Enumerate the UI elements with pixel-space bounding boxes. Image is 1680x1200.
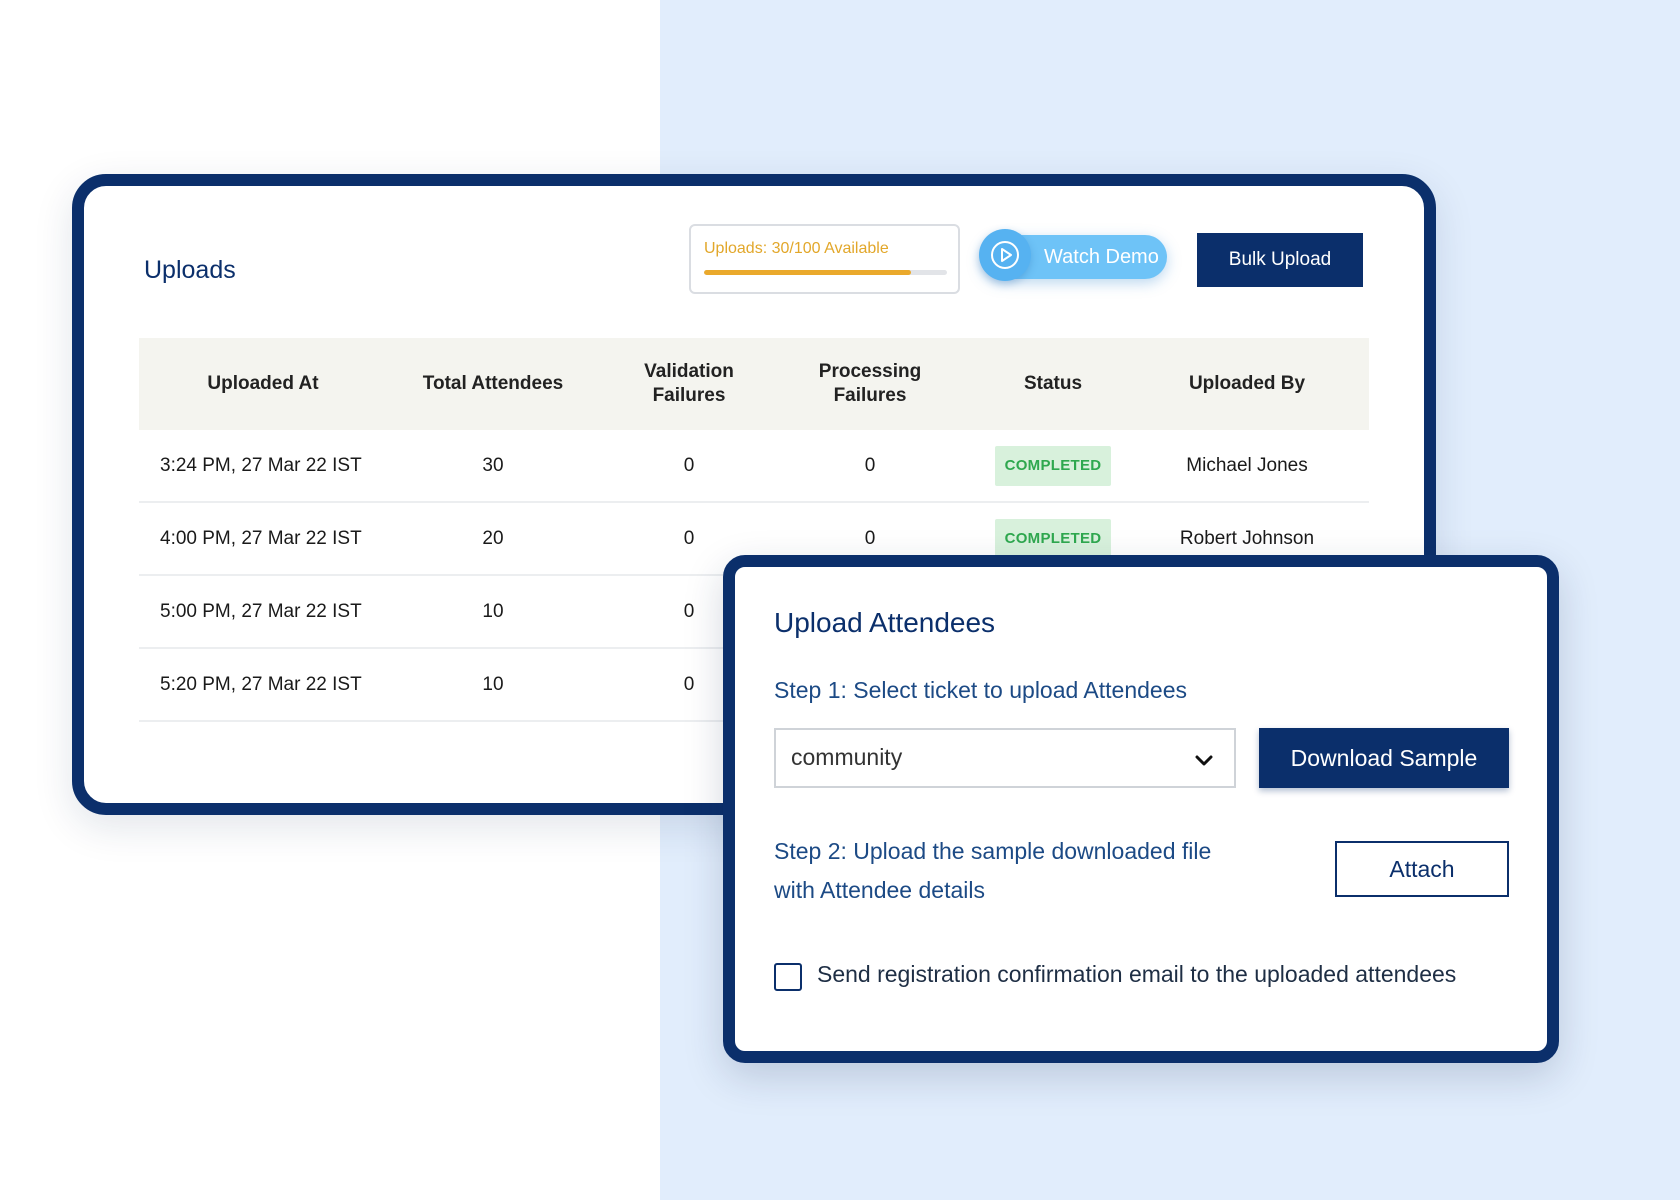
bulk-upload-button[interactable]: Bulk Upload: [1197, 233, 1363, 287]
table-row: 3:24 PM, 27 Mar 22 IST 30 0 0 COMPLETED …: [139, 430, 1369, 503]
cell-uploaded-at: 5:00 PM, 27 Mar 22 IST: [160, 600, 362, 622]
column-header-total-attendees: Total Attendees: [422, 373, 564, 394]
status-badge: COMPLETED: [994, 445, 1112, 486]
send-email-checkbox-label: Send registration confirmation email to …: [817, 961, 1457, 987]
watch-demo-button[interactable]: Watch Demo: [979, 229, 1167, 281]
cell-total-attendees: 10: [482, 673, 504, 695]
cell-total-attendees: 30: [482, 454, 504, 476]
send-email-checkbox[interactable]: [774, 963, 802, 991]
attach-button[interactable]: Attach: [1335, 841, 1509, 897]
uploads-quota: Uploads: 30/100 Available: [689, 224, 960, 294]
uploads-quota-text: Uploads: 30/100 Available: [704, 240, 889, 257]
cell-uploaded-at: 5:20 PM, 27 Mar 22 IST: [160, 673, 362, 695]
cell-processing-failures: 0: [864, 454, 876, 476]
status-badge: COMPLETED: [994, 518, 1112, 559]
column-header-uploaded-by: Uploaded By: [1188, 373, 1306, 394]
uploads-quota-fill: [704, 270, 911, 275]
ticket-select[interactable]: community: [774, 728, 1236, 788]
column-header-validation-failures: Validation Failures: [644, 361, 734, 406]
panel-title: Upload Attendees: [774, 607, 996, 638]
table-header: Uploaded At Total Attendees Validation F…: [139, 338, 1369, 430]
cell-validation-failures: 0: [683, 454, 695, 476]
uploads-quota-bar: [704, 270, 947, 275]
step2-label-line1: Step 2: Upload the sample downloaded fil…: [774, 838, 1212, 864]
cell-uploaded-at: 3:24 PM, 27 Mar 22 IST: [160, 454, 362, 476]
chevron-down-icon: [1195, 755, 1213, 766]
watch-demo-label: Watch Demo: [1044, 246, 1159, 268]
cell-total-attendees: 10: [482, 600, 504, 622]
uploads-title: Uploads: [144, 256, 236, 284]
cell-uploaded-at: 4:00 PM, 27 Mar 22 IST: [160, 527, 362, 549]
column-header-uploaded-at: Uploaded At: [207, 373, 319, 394]
step2-label-line2: with Attendee details: [774, 877, 985, 903]
cell-total-attendees: 20: [482, 527, 504, 549]
column-header-processing-failures: Processing Failures: [818, 361, 922, 406]
step1-label: Step 1: Select ticket to upload Attendee…: [774, 677, 1188, 703]
step2-label: Step 2: Upload the sample downloaded fil…: [774, 832, 1244, 910]
play-circle-icon: [979, 229, 1031, 281]
upload-attendees-panel: Upload Attendees Step 1: Select ticket t…: [723, 555, 1559, 1063]
ticket-select-value: community: [791, 744, 903, 770]
cell-status: COMPLETED: [961, 430, 1145, 501]
download-sample-button[interactable]: Download Sample: [1259, 728, 1509, 788]
cell-uploaded-by: Michael Jones: [1186, 454, 1308, 476]
column-header-status: Status: [1023, 373, 1083, 394]
